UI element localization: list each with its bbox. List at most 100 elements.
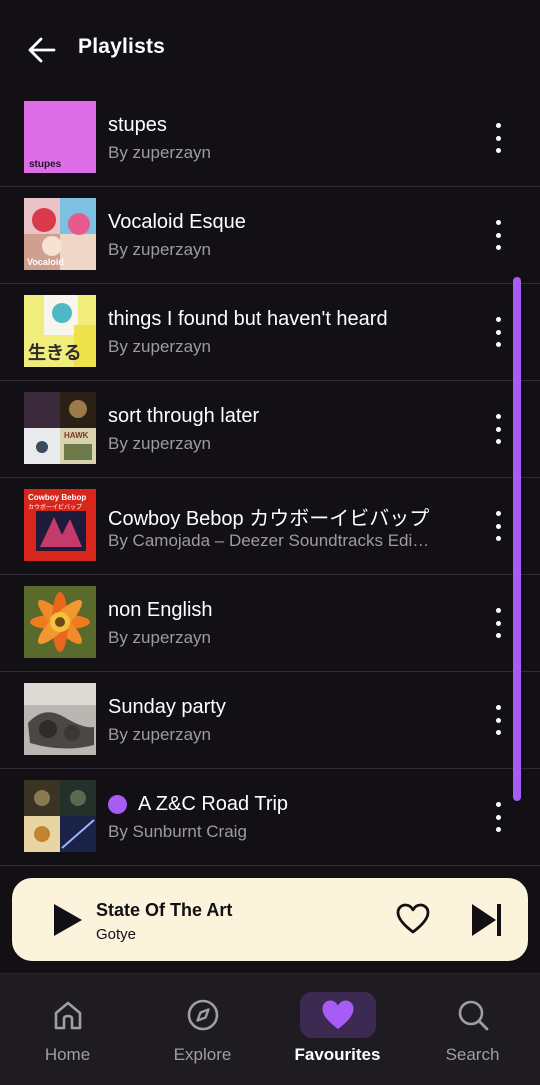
- more-options-button[interactable]: [484, 702, 512, 738]
- playlist-cover: [24, 683, 96, 755]
- nav-item-search[interactable]: Search: [405, 974, 540, 1085]
- dot: [495, 135, 501, 141]
- playlist-row[interactable]: A Z&C Road Trip By Sunburnt Craig: [0, 769, 540, 866]
- nav-label: Search: [445, 1045, 500, 1064]
- more-options-button[interactable]: [484, 605, 512, 641]
- heart-outline-icon: [396, 903, 430, 934]
- playlist-title: Sunday party: [108, 696, 226, 718]
- skip-next-button[interactable]: [468, 900, 508, 940]
- dot: [495, 717, 501, 723]
- nav-icon-container: [30, 992, 106, 1038]
- more-vertical-icon: [495, 123, 501, 128]
- playlist-row[interactable]: 生きる things I found but haven't heard By …: [0, 284, 540, 381]
- playlist-row[interactable]: Cowboy Bebop カウボーイビバップ Cowboy Bebop カウボー…: [0, 478, 540, 575]
- more-options-button[interactable]: [484, 799, 512, 835]
- more-options-button[interactable]: [484, 314, 512, 350]
- favourite-button[interactable]: [395, 902, 431, 936]
- dot: [495, 814, 501, 820]
- playlist-owner: By zuperzayn: [108, 337, 211, 356]
- more-vertical-icon: [495, 220, 501, 225]
- app-screen: Playlists stupes stupes By zuperzayn Voc…: [0, 0, 540, 1085]
- playlist-owner: By zuperzayn: [108, 240, 211, 259]
- playlist-owner: By zuperzayn: [108, 628, 211, 647]
- scrollbar-thumb[interactable]: [513, 277, 521, 801]
- bottom-navigation: Home Explore Favourites Search: [0, 973, 540, 1085]
- playlist-cover: [24, 780, 96, 852]
- cover-text: stupes: [29, 159, 62, 170]
- playlist-row[interactable]: Vocaloid Vocaloid Esque By zuperzayn: [0, 187, 540, 284]
- header: Playlists: [0, 0, 540, 96]
- playlist-row[interactable]: HAWK sort through later By zuperzayn: [0, 381, 540, 478]
- nav-item-explore[interactable]: Explore: [135, 974, 270, 1085]
- more-vertical-icon: [495, 414, 501, 419]
- playlist-owner: By zuperzayn: [108, 143, 211, 162]
- playlist-owner: By zuperzayn: [108, 725, 211, 744]
- arrow-left-icon: [28, 37, 56, 63]
- playlist-title: stupes: [108, 114, 167, 136]
- track-title: State Of The Art: [96, 900, 233, 920]
- playlist-cover: stupes: [24, 101, 96, 173]
- playlist-row[interactable]: stupes stupes By zuperzayn: [0, 90, 540, 187]
- playlist-cover: Vocaloid: [24, 198, 96, 270]
- heart-icon: [322, 1000, 353, 1029]
- nav-label: Home: [44, 1045, 91, 1064]
- track-artist: Gotye: [96, 926, 137, 943]
- nav-icon-container: [299, 992, 376, 1038]
- more-options-button[interactable]: [484, 120, 512, 156]
- more-vertical-icon: [495, 802, 501, 807]
- nav-item-home[interactable]: Home: [0, 974, 135, 1085]
- dot: [495, 730, 501, 735]
- dot: [495, 342, 501, 347]
- playlist-list: stupes stupes By zuperzayn Vocaloid Voca…: [0, 90, 540, 866]
- more-options-button[interactable]: [484, 411, 512, 447]
- play-button[interactable]: [48, 900, 88, 940]
- dot: [495, 439, 501, 444]
- playlist-title: sort through later: [108, 405, 260, 427]
- more-vertical-icon: [495, 317, 501, 322]
- compass-icon: [187, 999, 218, 1031]
- more-options-button[interactable]: [484, 508, 512, 544]
- skip-next-icon: [472, 904, 501, 936]
- playing-indicator-dot: [108, 795, 127, 814]
- dot: [495, 426, 501, 432]
- cover-text: 生きる: [28, 342, 82, 364]
- back-button[interactable]: [22, 30, 62, 70]
- more-vertical-icon: [495, 608, 501, 613]
- dot: [495, 536, 501, 541]
- cover-text: Vocaloid: [27, 257, 64, 267]
- playlist-owner: By Sunburnt Craig: [108, 822, 247, 841]
- playlist-title: things I found but haven't heard: [108, 308, 388, 330]
- playlist-title: Vocaloid Esque: [108, 211, 246, 233]
- playlist-cover: Cowboy Bebop カウボーイビバップ: [24, 489, 96, 561]
- dot: [495, 148, 501, 153]
- dot: [495, 329, 501, 335]
- dot: [495, 245, 501, 250]
- play-icon: [54, 904, 82, 936]
- playlist-title: non English: [108, 599, 213, 621]
- mini-player[interactable]: State Of The Art Gotye: [12, 878, 528, 961]
- playlist-title: A Z&C Road Trip: [108, 793, 288, 816]
- cover-text: HAWK: [64, 431, 89, 440]
- dot: [495, 827, 501, 832]
- cover-text: Cowboy Bebop: [28, 493, 86, 502]
- nav-icon-container: [435, 992, 511, 1038]
- nav-label: Favourites: [294, 1045, 381, 1064]
- home-icon: [54, 1001, 81, 1030]
- more-options-button[interactable]: [484, 217, 512, 253]
- dot: [495, 633, 501, 638]
- playlist-title-text: A Z&C Road Trip: [138, 793, 289, 815]
- playlist-row[interactable]: non English By zuperzayn: [0, 575, 540, 672]
- dot: [495, 232, 501, 238]
- playlist-cover: [24, 586, 96, 658]
- cover-text-2: カウボーイビバップ: [28, 503, 82, 511]
- dot: [495, 620, 501, 626]
- playlist-row[interactable]: Sunday party By zuperzayn: [0, 672, 540, 769]
- nav-icon-container: [165, 992, 241, 1038]
- dot: [495, 523, 501, 529]
- more-vertical-icon: [495, 511, 501, 516]
- search-icon: [458, 1000, 488, 1031]
- nav-label: Explore: [173, 1045, 232, 1064]
- playlist-title: Cowboy Bebop カウボーイビバップ: [108, 508, 430, 530]
- nav-item-favourites[interactable]: Favourites: [270, 974, 405, 1085]
- page-title: Playlists: [78, 35, 166, 58]
